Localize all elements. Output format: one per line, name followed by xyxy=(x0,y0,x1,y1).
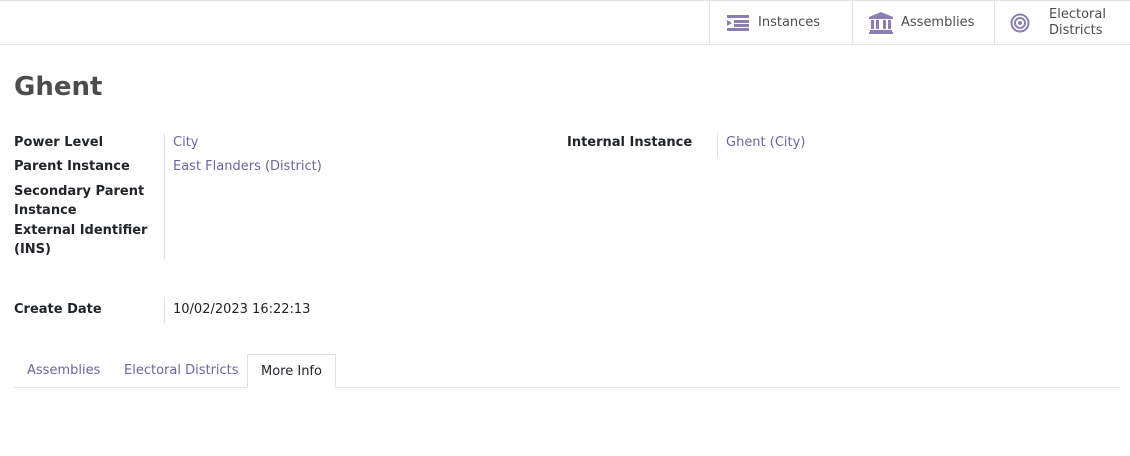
internal-instance-value[interactable]: Ghent (City) xyxy=(726,133,805,152)
smart-button-box: Instances Assemblies Electoral Districts xyxy=(0,0,1130,45)
assemblies-button[interactable]: Assemblies xyxy=(852,1,994,45)
create-date-label: Create Date xyxy=(14,302,102,317)
notebook-tabs: Assemblies Electoral Districts More Info xyxy=(14,354,1120,388)
external-identifier-label: External Identifier (INS) xyxy=(14,223,148,257)
internal-instance-label: Internal Instance xyxy=(567,135,693,150)
tab-electoral-districts[interactable]: Electoral Districts xyxy=(111,354,252,388)
tab-assemblies[interactable]: Assemblies xyxy=(14,354,113,388)
assemblies-label: Assemblies xyxy=(901,15,975,30)
field-separator xyxy=(164,133,165,260)
create-date-value: 10/02/2023 16:22:13 xyxy=(173,302,311,317)
bullseye-icon xyxy=(1009,13,1031,33)
electoral-districts-label: Electoral Districts xyxy=(1049,7,1106,38)
parent-instance-value[interactable]: East Flanders (District) xyxy=(173,157,322,176)
record-title: Ghent xyxy=(14,72,103,102)
secondary-parent-instance-label: Secondary Parent Instance xyxy=(14,184,145,218)
instances-label: Instances xyxy=(758,15,821,30)
parent-instance-label: Parent Instance xyxy=(14,159,130,174)
power-level-label: Power Level xyxy=(14,135,104,150)
field-separator xyxy=(717,133,718,157)
tab-more-info[interactable]: More Info xyxy=(247,354,336,388)
list-icon xyxy=(724,14,752,32)
power-level-value[interactable]: City xyxy=(173,133,198,152)
electoral-districts-button[interactable]: Electoral Districts xyxy=(994,1,1130,45)
instances-button[interactable]: Instances xyxy=(709,1,852,45)
field-separator xyxy=(164,299,165,324)
institution-icon xyxy=(867,12,895,34)
